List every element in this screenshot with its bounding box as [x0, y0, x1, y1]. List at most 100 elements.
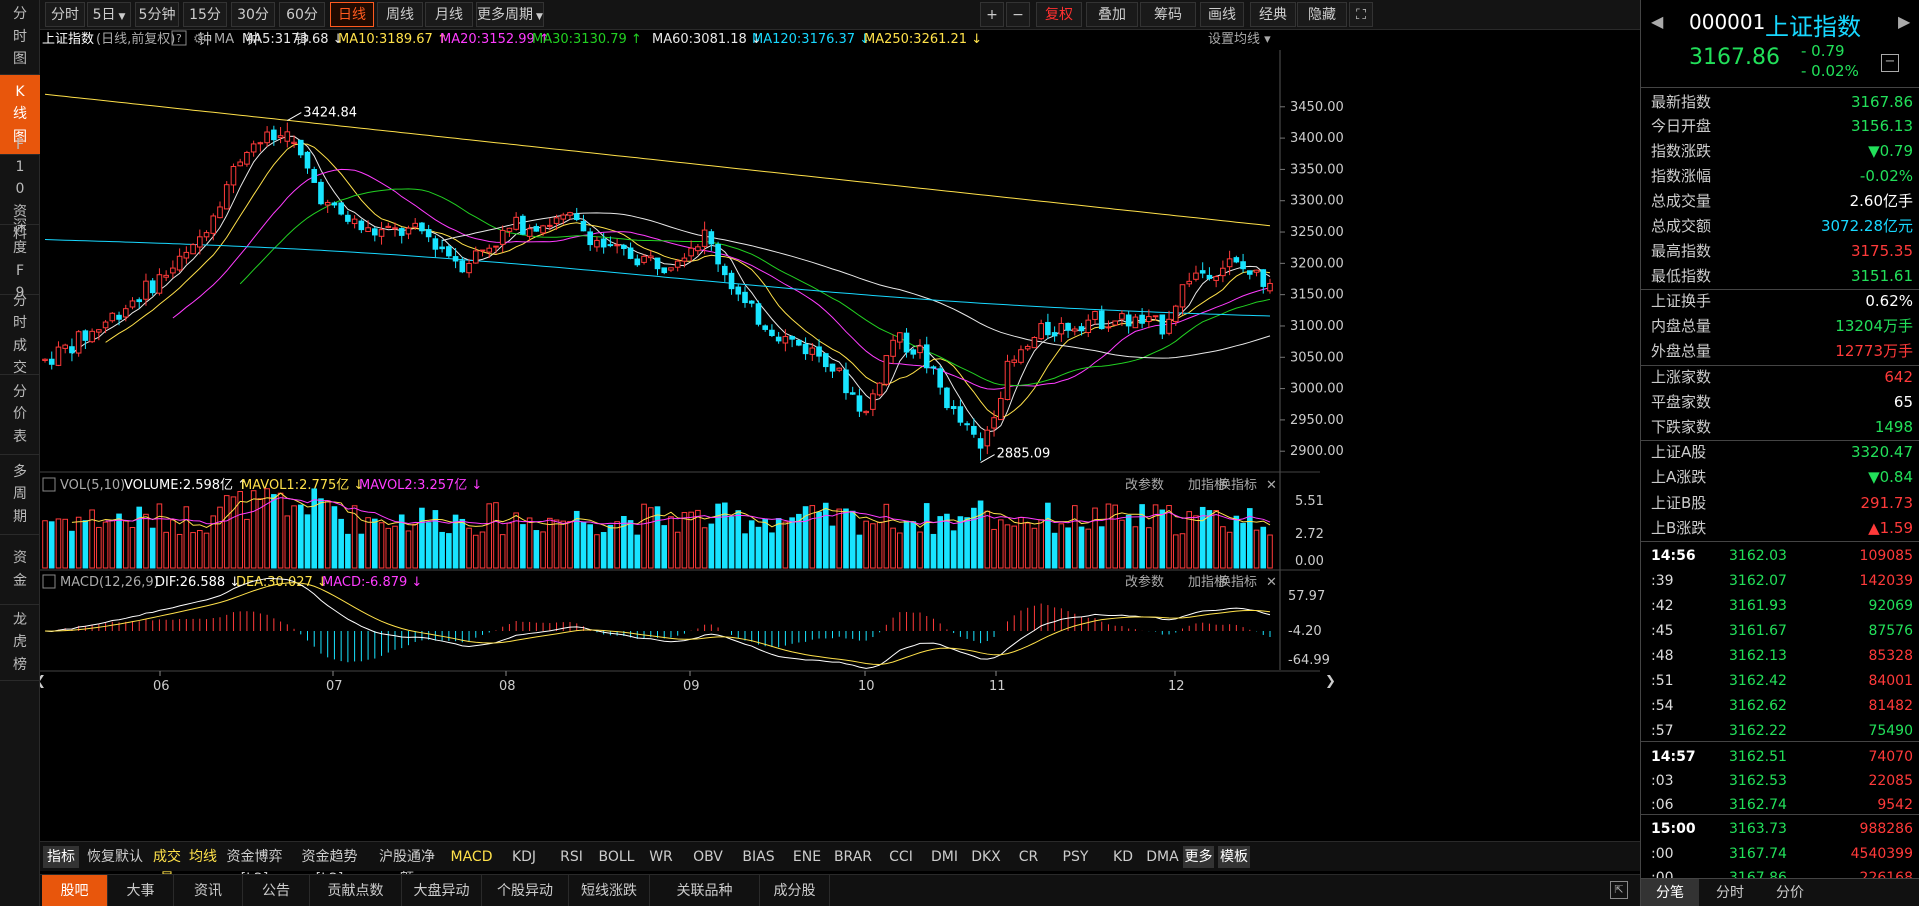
ma-settings-button[interactable]: 设置均线 ▾ [1208, 32, 1271, 47]
indicator-21[interactable]: KD [1104, 846, 1142, 868]
period-4[interactable]: 30分钟 [231, 2, 275, 48]
candle-body [1139, 314, 1145, 324]
y-tick-label: 3000.00 [1290, 382, 1344, 397]
indicator-12[interactable]: OBV [686, 846, 730, 868]
toolbar-btn-2[interactable]: 复权 [1036, 2, 1082, 27]
indicator-20[interactable]: PSY [1051, 846, 1100, 868]
left-sidebar: 分时图 K线图 F10资料 深度F9 分时成交 分价表 多周期 资金 龙虎榜 [0, 0, 40, 906]
indicator-6[interactable]: 沪股通净额 [373, 846, 441, 887]
indicator-22[interactable]: DMA [1146, 846, 1179, 868]
macd-tool-0[interactable]: 改参数 [1125, 574, 1164, 590]
indicator-label: 均线 [189, 849, 217, 865]
sidebar-tab-8[interactable]: 龙虎榜 [0, 605, 40, 681]
indicator-16[interactable]: CCI [879, 846, 923, 868]
toolbar-btn-5[interactable]: 画线 [1200, 2, 1244, 27]
bottom-tab-4[interactable]: 贡献点数 [310, 875, 402, 906]
period-6[interactable]: 日线 [330, 2, 374, 27]
toolbar-btn-6[interactable]: 经典 [1250, 2, 1296, 27]
candle-body [789, 336, 795, 340]
toolbar-btn-1[interactable]: − [1006, 2, 1030, 27]
toolbar-btn-4[interactable]: 筹码 [1140, 2, 1196, 27]
indicator-9[interactable]: RSI [550, 846, 593, 868]
tick-price: 3162.51 [1729, 749, 1787, 765]
low-pointer [980, 454, 995, 463]
sidebar-tab-4[interactable]: 分时成交 [0, 293, 40, 376]
period-5[interactable]: 60分钟 [279, 2, 325, 48]
gear-icon[interactable]: ⚙ [193, 32, 205, 47]
indicator-24[interactable]: 模板 [1218, 846, 1250, 868]
indicator-7[interactable]: MACD [445, 846, 498, 868]
kline-chart[interactable]: 上证指数 (日线,前复权)? ⚙ MA MA5:3173.68 ↓MA10:3189.6… [40, 30, 1640, 841]
sidebar-tab-6[interactable]: 多周期 [0, 455, 40, 535]
expand-icon[interactable]: ⇱ [1610, 881, 1628, 899]
scroll-left-arrow[interactable]: ❮ [40, 674, 46, 689]
next-stock-icon[interactable]: ▶ [1898, 12, 1910, 31]
volume-bar [775, 518, 782, 569]
period-3[interactable]: 15分钟 [183, 2, 227, 48]
sidebar-tab-5[interactable]: 分价表 [0, 375, 40, 455]
bottom-tab-5[interactable]: 大盘异动 [402, 875, 482, 906]
sidebar-tab-3[interactable]: 深度F9 [0, 218, 40, 301]
bottom-tab-9[interactable]: 成分股 [760, 875, 830, 906]
volume-bar [688, 511, 694, 569]
period-8[interactable]: 月线 [425, 2, 473, 27]
toolbar-btn-3[interactable]: 叠加 [1086, 2, 1138, 27]
quote-tab-2[interactable]: 分价 [1761, 879, 1819, 906]
indicator-17[interactable]: DMI [927, 846, 962, 868]
bottom-tab-label: 关联品种 [676, 883, 733, 899]
tick-time: :54 [1651, 698, 1674, 714]
period-7[interactable]: 周线 [377, 2, 423, 27]
period-9[interactable]: 更多周期 ▼ [476, 2, 544, 27]
indicator-14[interactable]: ENE [787, 846, 827, 868]
volume-bar [614, 521, 620, 569]
indicator-11[interactable]: WR [640, 846, 682, 868]
bottom-tab-6[interactable]: 个股异动 [482, 875, 569, 906]
indicator-5[interactable]: 资金趋势[L2] [290, 846, 369, 887]
sidebar-tab-7[interactable]: 资金 [0, 535, 40, 605]
indicator-3[interactable]: 均线 [187, 846, 219, 868]
bottom-tab-0[interactable]: 股吧 [42, 875, 108, 906]
bottom-tab-1[interactable]: 大事 [108, 875, 174, 906]
bottom-tab-7[interactable]: 短线涨跌 [569, 875, 650, 906]
vol-tool-2[interactable]: 换指标 [1218, 478, 1257, 493]
indicator-19[interactable]: CR [1010, 846, 1047, 868]
sidebar-tab-0[interactable]: 分时图 [0, 0, 40, 75]
indicator-8[interactable]: KDJ [502, 846, 546, 868]
bottom-tab-3[interactable]: 公告 [243, 875, 310, 906]
indicator-15[interactable]: BRAR [831, 846, 875, 868]
indicator-0[interactable]: 指标 [43, 846, 79, 868]
bottom-tab-2[interactable]: 资讯 [174, 875, 243, 906]
vol-help-icon[interactable] [42, 477, 56, 492]
scroll-right-arrow[interactable]: ❯ [1325, 674, 1336, 689]
indicator-label: ENE [792, 849, 822, 865]
indicator-label: MACD [450, 849, 493, 865]
indicator-2[interactable]: 成交量 [151, 846, 183, 887]
quote-row: 下跌家数 1498 [1651, 415, 1913, 440]
close-icon[interactable]: ✕ [1266, 575, 1277, 590]
period-2[interactable]: 5分钟 [135, 2, 179, 27]
quote-tab-0[interactable]: 分笔 [1641, 879, 1699, 906]
indicator-18[interactable]: DKX [966, 846, 1006, 868]
quote-key: 外盘总量 [1651, 342, 1712, 360]
indicator-1[interactable]: 恢复默认 [83, 846, 147, 868]
toolbar-btn-7[interactable]: 隐藏 [1297, 2, 1347, 27]
volume-bar [1119, 519, 1125, 569]
fullscreen-icon[interactable]: ⛶ [1349, 2, 1373, 27]
close-icon[interactable]: ✕ [1266, 478, 1277, 493]
toolbar-btn-0[interactable]: + [980, 2, 1004, 27]
volume-bar [1146, 527, 1152, 569]
indicator-23[interactable]: 更多 [1183, 846, 1214, 868]
vol-tool-0[interactable]: 改参数 [1125, 477, 1164, 493]
period-0[interactable]: 分时 [45, 2, 85, 27]
quote-row: 上证A股 3320.47 [1651, 440, 1913, 465]
indicator-13[interactable]: BIAS [734, 846, 783, 868]
indicator-10[interactable]: BOLL [597, 846, 636, 868]
period-1[interactable]: 5日 ▼ [87, 2, 131, 27]
macd-tool-2[interactable]: 换指标 [1218, 575, 1257, 590]
macd-help-icon[interactable] [42, 574, 56, 589]
bottom-tab-8[interactable]: 关联品种 [650, 875, 760, 906]
prev-stock-icon[interactable]: ◀ [1651, 12, 1663, 31]
quote-tab-1[interactable]: 分时 [1701, 879, 1759, 906]
collapse-icon[interactable]: − [1881, 54, 1899, 72]
indicator-4[interactable]: 资金博弈[L2] [223, 846, 286, 887]
